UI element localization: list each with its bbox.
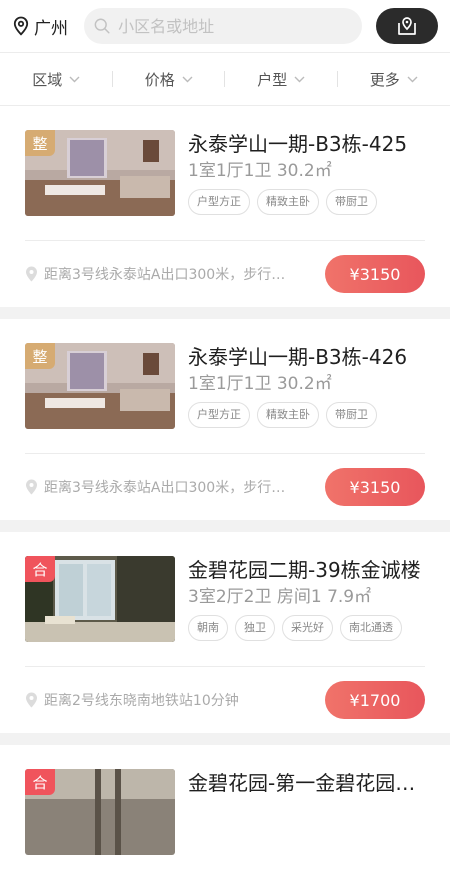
rent-type-badge: 合 xyxy=(25,556,55,582)
listing-subtitle: 1室1厅1卫 30.2㎡ xyxy=(188,372,425,396)
search-input[interactable] xyxy=(116,16,352,37)
feature-tag: 精致主卧 xyxy=(257,189,319,215)
chevron-down-icon xyxy=(294,76,305,83)
filter-price[interactable]: 价格 xyxy=(113,69,226,90)
listing-location: 距离3号线永泰站A出口300米，步行5分钟 xyxy=(25,477,294,497)
feature-tag: 精致主卧 xyxy=(257,402,319,428)
search-icon xyxy=(94,17,110,35)
rent-type-badge: 整 xyxy=(25,343,55,369)
feature-tag: 南北通透 xyxy=(340,615,402,641)
map-search-button[interactable] xyxy=(376,8,438,44)
listing-card[interactable]: 整 永泰学山一期-B3栋-426 1室1厅1卫 30.2㎡ 户型方正 精致主卧 … xyxy=(0,319,450,520)
rent-type-badge: 合 xyxy=(25,769,55,795)
price-button[interactable]: ¥3150 xyxy=(325,468,425,506)
feature-tag: 采光好 xyxy=(282,615,333,641)
location-pin-icon xyxy=(25,692,38,708)
filter-layout[interactable]: 户型 xyxy=(225,69,338,90)
feature-tag: 户型方正 xyxy=(188,402,250,428)
city-selector[interactable]: 广州 xyxy=(12,14,84,39)
chevron-down-icon xyxy=(69,76,80,83)
filter-district[interactable]: 区域 xyxy=(0,69,113,90)
listing-photo: 整 xyxy=(25,130,175,216)
rent-type-badge: 整 xyxy=(25,130,55,156)
listing-location: 距离2号线东晓南地铁站10分钟 xyxy=(25,690,239,710)
listing-list: 整 永泰学山一期-B3栋-425 1室1厅1卫 30.2㎡ 户型方正 精致主卧 … xyxy=(0,106,450,879)
listing-title: 永泰学山一期-B3栋-425 xyxy=(188,130,425,158)
location-text: 距离2号线东晓南地铁站10分钟 xyxy=(44,690,239,710)
map-pin-icon xyxy=(396,16,418,36)
feature-tag: 带厨卫 xyxy=(326,402,377,428)
location-pin-icon xyxy=(25,266,38,282)
listing-subtitle: 3室2厅2卫 房间1 7.9㎡ xyxy=(188,585,425,609)
location-pin-icon xyxy=(12,16,30,36)
location-text: 距离3号线永泰站A出口300米，步行5分钟 xyxy=(44,264,294,284)
listing-photo: 合 xyxy=(25,556,175,642)
feature-tag: 带厨卫 xyxy=(326,189,377,215)
chevron-down-icon xyxy=(182,76,193,83)
filter-label: 区域 xyxy=(32,69,62,90)
filter-label: 更多 xyxy=(370,69,400,90)
filter-bar: 区域 价格 户型 更多 xyxy=(0,52,450,106)
listing-title: 金碧花园二期-39栋金诚楼 xyxy=(188,556,425,584)
listing-title: 金碧花园-第一金碧花园小区 xyxy=(188,769,425,797)
filter-more[interactable]: 更多 xyxy=(338,69,450,90)
top-bar: 广州 xyxy=(0,0,450,52)
city-label: 广州 xyxy=(34,14,68,39)
price-button[interactable]: ¥3150 xyxy=(325,255,425,293)
listing-card[interactable]: 合 金碧花园二期-39栋金诚楼 3室2厅2卫 房间1 7.9㎡ 朝南 独卫 采光… xyxy=(0,532,450,733)
filter-label: 户型 xyxy=(257,69,287,90)
price-button[interactable]: ¥1700 xyxy=(325,681,425,719)
feature-tag: 独卫 xyxy=(235,615,275,641)
tag-list: 户型方正 精致主卧 带厨卫 xyxy=(188,189,425,215)
listing-location: 距离3号线永泰站A出口300米，步行5分钟 xyxy=(25,264,294,284)
listing-title: 永泰学山一期-B3栋-426 xyxy=(188,343,425,371)
location-pin-icon xyxy=(25,479,38,495)
tag-list: 户型方正 精致主卧 带厨卫 xyxy=(188,402,425,428)
search-box[interactable] xyxy=(84,8,362,44)
listing-card[interactable]: 合 金碧花园-第一金碧花园小区 xyxy=(0,745,450,879)
tag-list: 朝南 独卫 采光好 南北通透 xyxy=(188,615,425,641)
listing-card[interactable]: 整 永泰学山一期-B3栋-425 1室1厅1卫 30.2㎡ 户型方正 精致主卧 … xyxy=(0,106,450,307)
filter-label: 价格 xyxy=(145,69,175,90)
feature-tag: 户型方正 xyxy=(188,189,250,215)
location-text: 距离3号线永泰站A出口300米，步行5分钟 xyxy=(44,477,294,497)
chevron-down-icon xyxy=(407,76,418,83)
listing-subtitle: 1室1厅1卫 30.2㎡ xyxy=(188,159,425,183)
feature-tag: 朝南 xyxy=(188,615,228,641)
listing-photo: 整 xyxy=(25,343,175,429)
listing-photo: 合 xyxy=(25,769,175,855)
